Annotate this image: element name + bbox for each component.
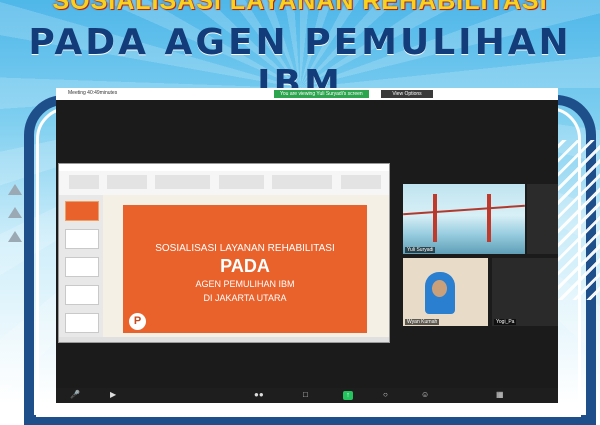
ribbon-group[interactable] bbox=[219, 175, 264, 189]
participant-tile[interactable]: Wyan Kurnah bbox=[403, 258, 488, 326]
slide-thumbnail[interactable] bbox=[65, 285, 99, 305]
view-options-button[interactable]: View Options bbox=[381, 90, 433, 98]
meeting-status: Meeting 40:49minutes bbox=[68, 90, 118, 96]
shared-screen-powerpoint: SOSIALISASI LAYANAN REHABILITASI PADA AG… bbox=[58, 163, 390, 343]
triangle-decoration-icon bbox=[8, 184, 22, 195]
slide: SOSIALISASI LAYANAN REHABILITASI PADA AG… bbox=[123, 205, 367, 333]
slide-thumbnail[interactable] bbox=[65, 229, 99, 249]
triangle-decoration-icon bbox=[8, 207, 22, 218]
microphone-icon[interactable]: 🎤 bbox=[70, 391, 80, 399]
bridge-tower bbox=[487, 194, 491, 242]
participant-tile[interactable]: Yuli Suryadi bbox=[403, 184, 525, 254]
slide-thumbnail[interactable] bbox=[65, 201, 99, 221]
participant-tile[interactable] bbox=[527, 184, 558, 254]
slide-thumbnail[interactable] bbox=[65, 313, 99, 333]
slide-thumbnail[interactable] bbox=[65, 257, 99, 277]
video-icon[interactable]: ▶ bbox=[110, 391, 116, 399]
banner-title-top: SOSIALISASI LAYANAN REHABILITASI bbox=[52, 0, 548, 15]
ribbon-group[interactable] bbox=[155, 175, 210, 189]
participants-icon[interactable]: ●● bbox=[254, 391, 264, 399]
bridge-cable bbox=[403, 204, 525, 216]
apps-icon[interactable]: ▦ bbox=[496, 391, 504, 399]
zoom-window: Meeting 40:49minutes You are viewing Yul… bbox=[56, 88, 558, 403]
ppt-status-bar bbox=[59, 337, 389, 342]
zoom-toolbar: 🎤 ▶ ●● □ ↑ ○ ☺ ▦ bbox=[56, 388, 558, 403]
participant-name: Wyan Kurnah bbox=[405, 319, 440, 325]
record-icon[interactable]: ○ bbox=[383, 391, 388, 399]
share-screen-icon[interactable]: ↑ bbox=[343, 391, 353, 400]
powerpoint-logo-icon: P bbox=[129, 313, 146, 330]
participant-name: Yuli Suryadi bbox=[405, 247, 436, 253]
ppt-ribbon bbox=[59, 171, 389, 196]
reactions-icon[interactable]: ☺ bbox=[421, 391, 429, 399]
ribbon-group[interactable] bbox=[272, 175, 332, 189]
zoom-top-bar: Meeting 40:49minutes You are viewing Yul… bbox=[56, 88, 558, 100]
ribbon-group[interactable] bbox=[341, 175, 381, 189]
participant-tile[interactable]: Yogi_Pa bbox=[492, 258, 558, 326]
bridge-background bbox=[403, 184, 525, 254]
chat-icon[interactable]: □ bbox=[303, 391, 308, 399]
slide-line-3: AGEN PEMULIHAN IBM bbox=[195, 279, 295, 289]
viewing-banner: You are viewing Yuli Suryadi's screen bbox=[274, 90, 369, 98]
bridge-tower bbox=[433, 194, 437, 242]
ribbon-group[interactable] bbox=[69, 175, 99, 189]
slide-line-1: SOSIALISASI LAYANAN REHABILITASI bbox=[155, 243, 335, 254]
ppt-title-bar bbox=[59, 164, 389, 171]
slide-line-2: PADA bbox=[220, 256, 270, 276]
slide-thumbnails bbox=[59, 195, 104, 337]
slide-line-4: DI JAKARTA UTARA bbox=[203, 293, 287, 303]
ribbon-group[interactable] bbox=[107, 175, 147, 189]
slide-canvas: SOSIALISASI LAYANAN REHABILITASI PADA AG… bbox=[103, 195, 389, 337]
participant-name: Yogi_Pa bbox=[494, 319, 517, 325]
triangle-decoration-icon bbox=[8, 231, 22, 242]
participant-face bbox=[432, 280, 447, 297]
participant-video bbox=[403, 258, 488, 326]
